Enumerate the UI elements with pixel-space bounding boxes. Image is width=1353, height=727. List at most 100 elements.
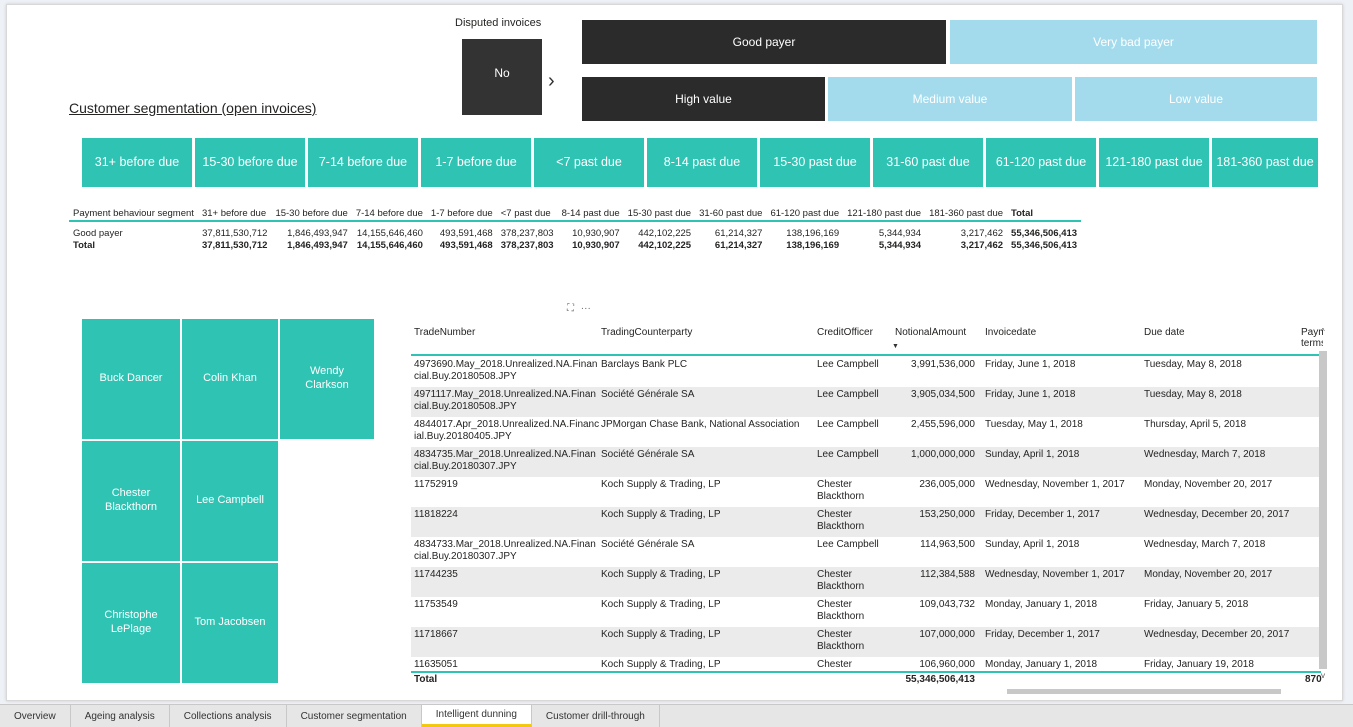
cell-invoicedate: Monday, January 1, 2018 [985,599,1098,610]
age-lt7-past-due-button[interactable]: <7 past due [534,138,644,187]
tab-collections-analysis[interactable]: Collections analysis [169,705,287,727]
cell-tradenumber: 11818224 [414,509,458,520]
table-row[interactable]: 4973690.May_2018.Unrealized.NA.Financial… [411,357,1321,387]
table-row[interactable]: 11635051 Koch Supply & Trading, LP Chest… [411,657,1321,671]
good-payer-button[interactable]: Good payer [582,20,946,64]
matrix-col-header[interactable]: 15-30 past due [624,207,695,221]
cell-invoicedate: Friday, June 1, 2018 [985,359,1076,370]
cell-notionalamount: 3,991,536,000 [911,359,975,370]
cell-creditofficer: Chester Blackthorn [817,569,865,592]
matrix-cell: 378,237,803 [500,239,554,251]
age-181-360-past-due-button[interactable]: 181-360 past due [1212,138,1318,187]
cell-counterparty: Société Générale SA [601,449,695,460]
table-row[interactable]: 11744235 Koch Supply & Trading, LP Chest… [411,567,1321,597]
table-row[interactable]: 11752919 Koch Supply & Trading, LP Chest… [411,477,1321,507]
cell-tradenumber: 11635051 [414,659,458,670]
scroll-down-icon[interactable]: v [1321,671,1325,680]
age-61-120-past-due-button[interactable]: 61-120 past due [986,138,1096,187]
medium-value-button[interactable]: Medium value [828,77,1072,121]
table-row[interactable]: 4971117.May_2018.Unrealized.NA.Financial… [411,387,1321,417]
disputed-no-button[interactable]: No [462,39,542,115]
treemap-tile-buck-dancer[interactable]: Buck Dancer [80,317,182,441]
col-header-payment-terms[interactable]: Payment terms [1301,327,1323,353]
matrix-col-header[interactable]: <7 past due [497,207,558,221]
age-8-14-past-due-button[interactable]: 8-14 past due [647,138,757,187]
cell-invoicedate: Friday, December 1, 2017 [985,629,1100,640]
page-tab-bar: Overview Ageing analysis Collections ana… [0,704,1353,727]
treemap-tile-christophe-leplage[interactable]: Christophe LePlage [80,561,182,685]
table-row[interactable]: 4834733.Mar_2018.Unrealized.NA.Financial… [411,537,1321,567]
age-15-30-before-due-button[interactable]: 15-30 before due [195,138,305,187]
tab-customer-drill-through[interactable]: Customer drill-through [531,705,660,727]
matrix-col-header[interactable]: 15-30 before due [271,207,351,221]
cell-creditofficer: Chester Blackthorn [817,629,865,652]
cell-duedate: Friday, January 5, 2018 [1144,599,1249,610]
low-value-button[interactable]: Low value [1075,77,1317,121]
cell-notionalamount: 1,000,000,000 [911,449,975,460]
col-header-tradenumber[interactable]: TradeNumber [414,327,475,338]
matrix-cell: 37,811,530,712 [202,228,268,239]
focus-mode-icon[interactable]: ⛶ [567,303,574,314]
col-header-due-date[interactable]: Due date [1144,327,1185,338]
cell-counterparty: Société Générale SA [601,389,695,400]
table-row[interactable]: 4834735.Mar_2018.Unrealized.NA.Financial… [411,447,1321,477]
cell-invoicedate: Tuesday, May 1, 2018 [985,419,1083,430]
age-1-7-before-due-button[interactable]: 1-7 before due [421,138,531,187]
matrix-col-header[interactable]: 1-7 before due [427,207,497,221]
treemap-tile-wendy-clarkson[interactable]: Wendy Clarkson [278,317,376,441]
matrix-col-header[interactable]: 61-120 past due [766,207,843,221]
cell-tradenumber: 4834733.Mar_2018.Unrealized.NA.Financial… [414,539,596,562]
tab-customer-segmentation[interactable]: Customer segmentation [286,705,422,727]
matrix-cell: 61,214,327 [714,239,763,251]
matrix-row: Good payer 37,811,530,712 1,846,493,947 … [69,221,1081,239]
cell-counterparty: Koch Supply & Trading, LP [601,509,721,520]
age-15-30-past-due-button[interactable]: 15-30 past due [760,138,870,187]
matrix-cell: 14,155,646,460 [356,228,423,239]
cell-invoicedate: Monday, January 1, 2018 [985,659,1098,670]
age-121-180-past-due-button[interactable]: 121-180 past due [1099,138,1209,187]
treemap-tile-colin-khan[interactable]: Colin Khan [180,317,280,441]
matrix-cell-total: 55,346,506,413 [1011,228,1078,239]
tab-intelligent-dunning[interactable]: Intelligent dunning [421,705,532,727]
matrix-col-header[interactable]: 31+ before due [198,207,272,221]
matrix-col-header[interactable]: 7-14 before due [352,207,427,221]
col-header-creditofficer[interactable]: CreditOfficer [817,327,873,338]
matrix-cell: 10,930,907 [572,239,620,251]
matrix-col-header-total[interactable]: Total [1007,207,1081,221]
more-options-icon[interactable]: ··· [581,303,591,314]
matrix-col-header[interactable]: 8-14 past due [558,207,624,221]
table-row[interactable]: 11818224 Koch Supply & Trading, LP Chest… [411,507,1321,537]
matrix-col-header[interactable]: 121-180 past due [843,207,925,221]
table-row[interactable]: 11718667 Koch Supply & Trading, LP Chest… [411,627,1321,657]
col-header-tradingcounterparty[interactable]: TradingCounterparty [601,327,692,338]
visual-header: ⛶ ··· [567,303,591,314]
table-vertical-scrollbar[interactable] [1319,351,1327,669]
cell-counterparty: Koch Supply & Trading, LP [601,629,721,640]
treemap-tile-lee-campbell[interactable]: Lee Campbell [180,439,280,563]
very-bad-payer-button[interactable]: Very bad payer [950,20,1317,64]
scroll-up-icon[interactable]: ^ [1321,327,1325,336]
treemap-tile-chester-blackthorn[interactable]: Chester Blackthorn [80,439,182,563]
age-31-60-past-due-button[interactable]: 31-60 past due [873,138,983,187]
tab-overview[interactable]: Overview [0,705,71,727]
table-row[interactable]: 4844017.Apr_2018.Unrealized.NA.Financial… [411,417,1321,447]
treemap-tile-tom-jacobsen[interactable]: Tom Jacobsen [180,561,280,685]
matrix-cell: 61,214,327 [714,228,763,239]
cell-invoicedate: Sunday, April 1, 2018 [985,539,1080,550]
col-header-invoicedate[interactable]: Invoicedate [985,327,1036,338]
tab-ageing-analysis[interactable]: Ageing analysis [70,705,170,727]
cell-duedate: Friday, January 19, 2018 [1144,659,1254,670]
matrix-col-header[interactable]: 31-60 past due [695,207,766,221]
table-row[interactable]: 11753549 Koch Supply & Trading, LP Chest… [411,597,1321,627]
matrix-row-label: Total [73,239,95,251]
table-horizontal-scrollbar[interactable] [1007,689,1281,694]
ageing-matrix: Payment behaviour segment 31+ before due… [69,207,1082,251]
high-value-button[interactable]: High value [582,77,825,121]
cell-counterparty: Koch Supply & Trading, LP [601,659,721,670]
age-7-14-before-due-button[interactable]: 7-14 before due [308,138,418,187]
cell-creditofficer: Chester Blackthorn [817,479,865,502]
age-31-before-due-button[interactable]: 31+ before due [82,138,192,187]
cell-notionalamount: 236,005,000 [919,479,975,490]
matrix-col-header[interactable]: 181-360 past due [925,207,1007,221]
col-header-notionalamount[interactable]: NotionalAmount [895,327,966,338]
